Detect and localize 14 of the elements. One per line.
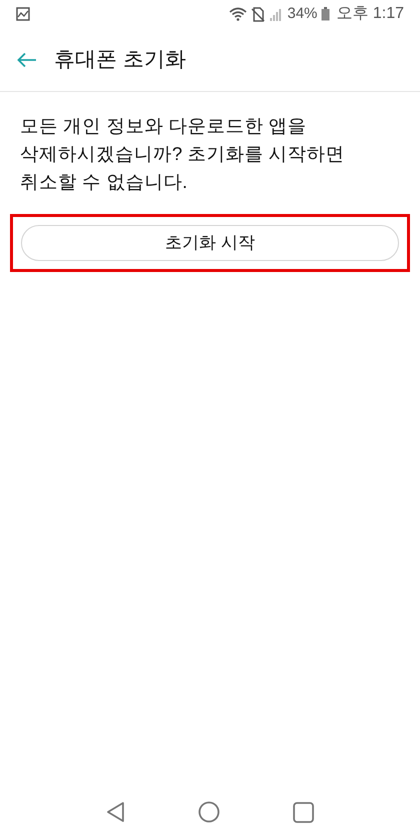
image-icon [16,7,30,21]
reset-message: 모든 개인 정보와 다운로드한 앱을 삭제하시겠습니까? 초기화를 시작하면 취소할 수 없습니다. [20,114,346,194]
screen-title: 휴대폰 초기화 [54,46,186,73]
battery-percent: 34% [287,4,318,24]
back-arrow-icon [17,52,37,68]
start-reset-button[interactable]: 초기화 시작 [21,225,399,261]
back-nav-icon[interactable] [106,801,126,823]
home-icon[interactable] [198,801,220,823]
clock: 오후 1:17 [336,4,404,24]
signal-icon [269,7,284,21]
recent-apps-icon[interactable] [292,802,314,822]
wifi-icon [229,7,248,21]
battery-icon [321,7,330,21]
no-sim-icon [251,6,266,22]
